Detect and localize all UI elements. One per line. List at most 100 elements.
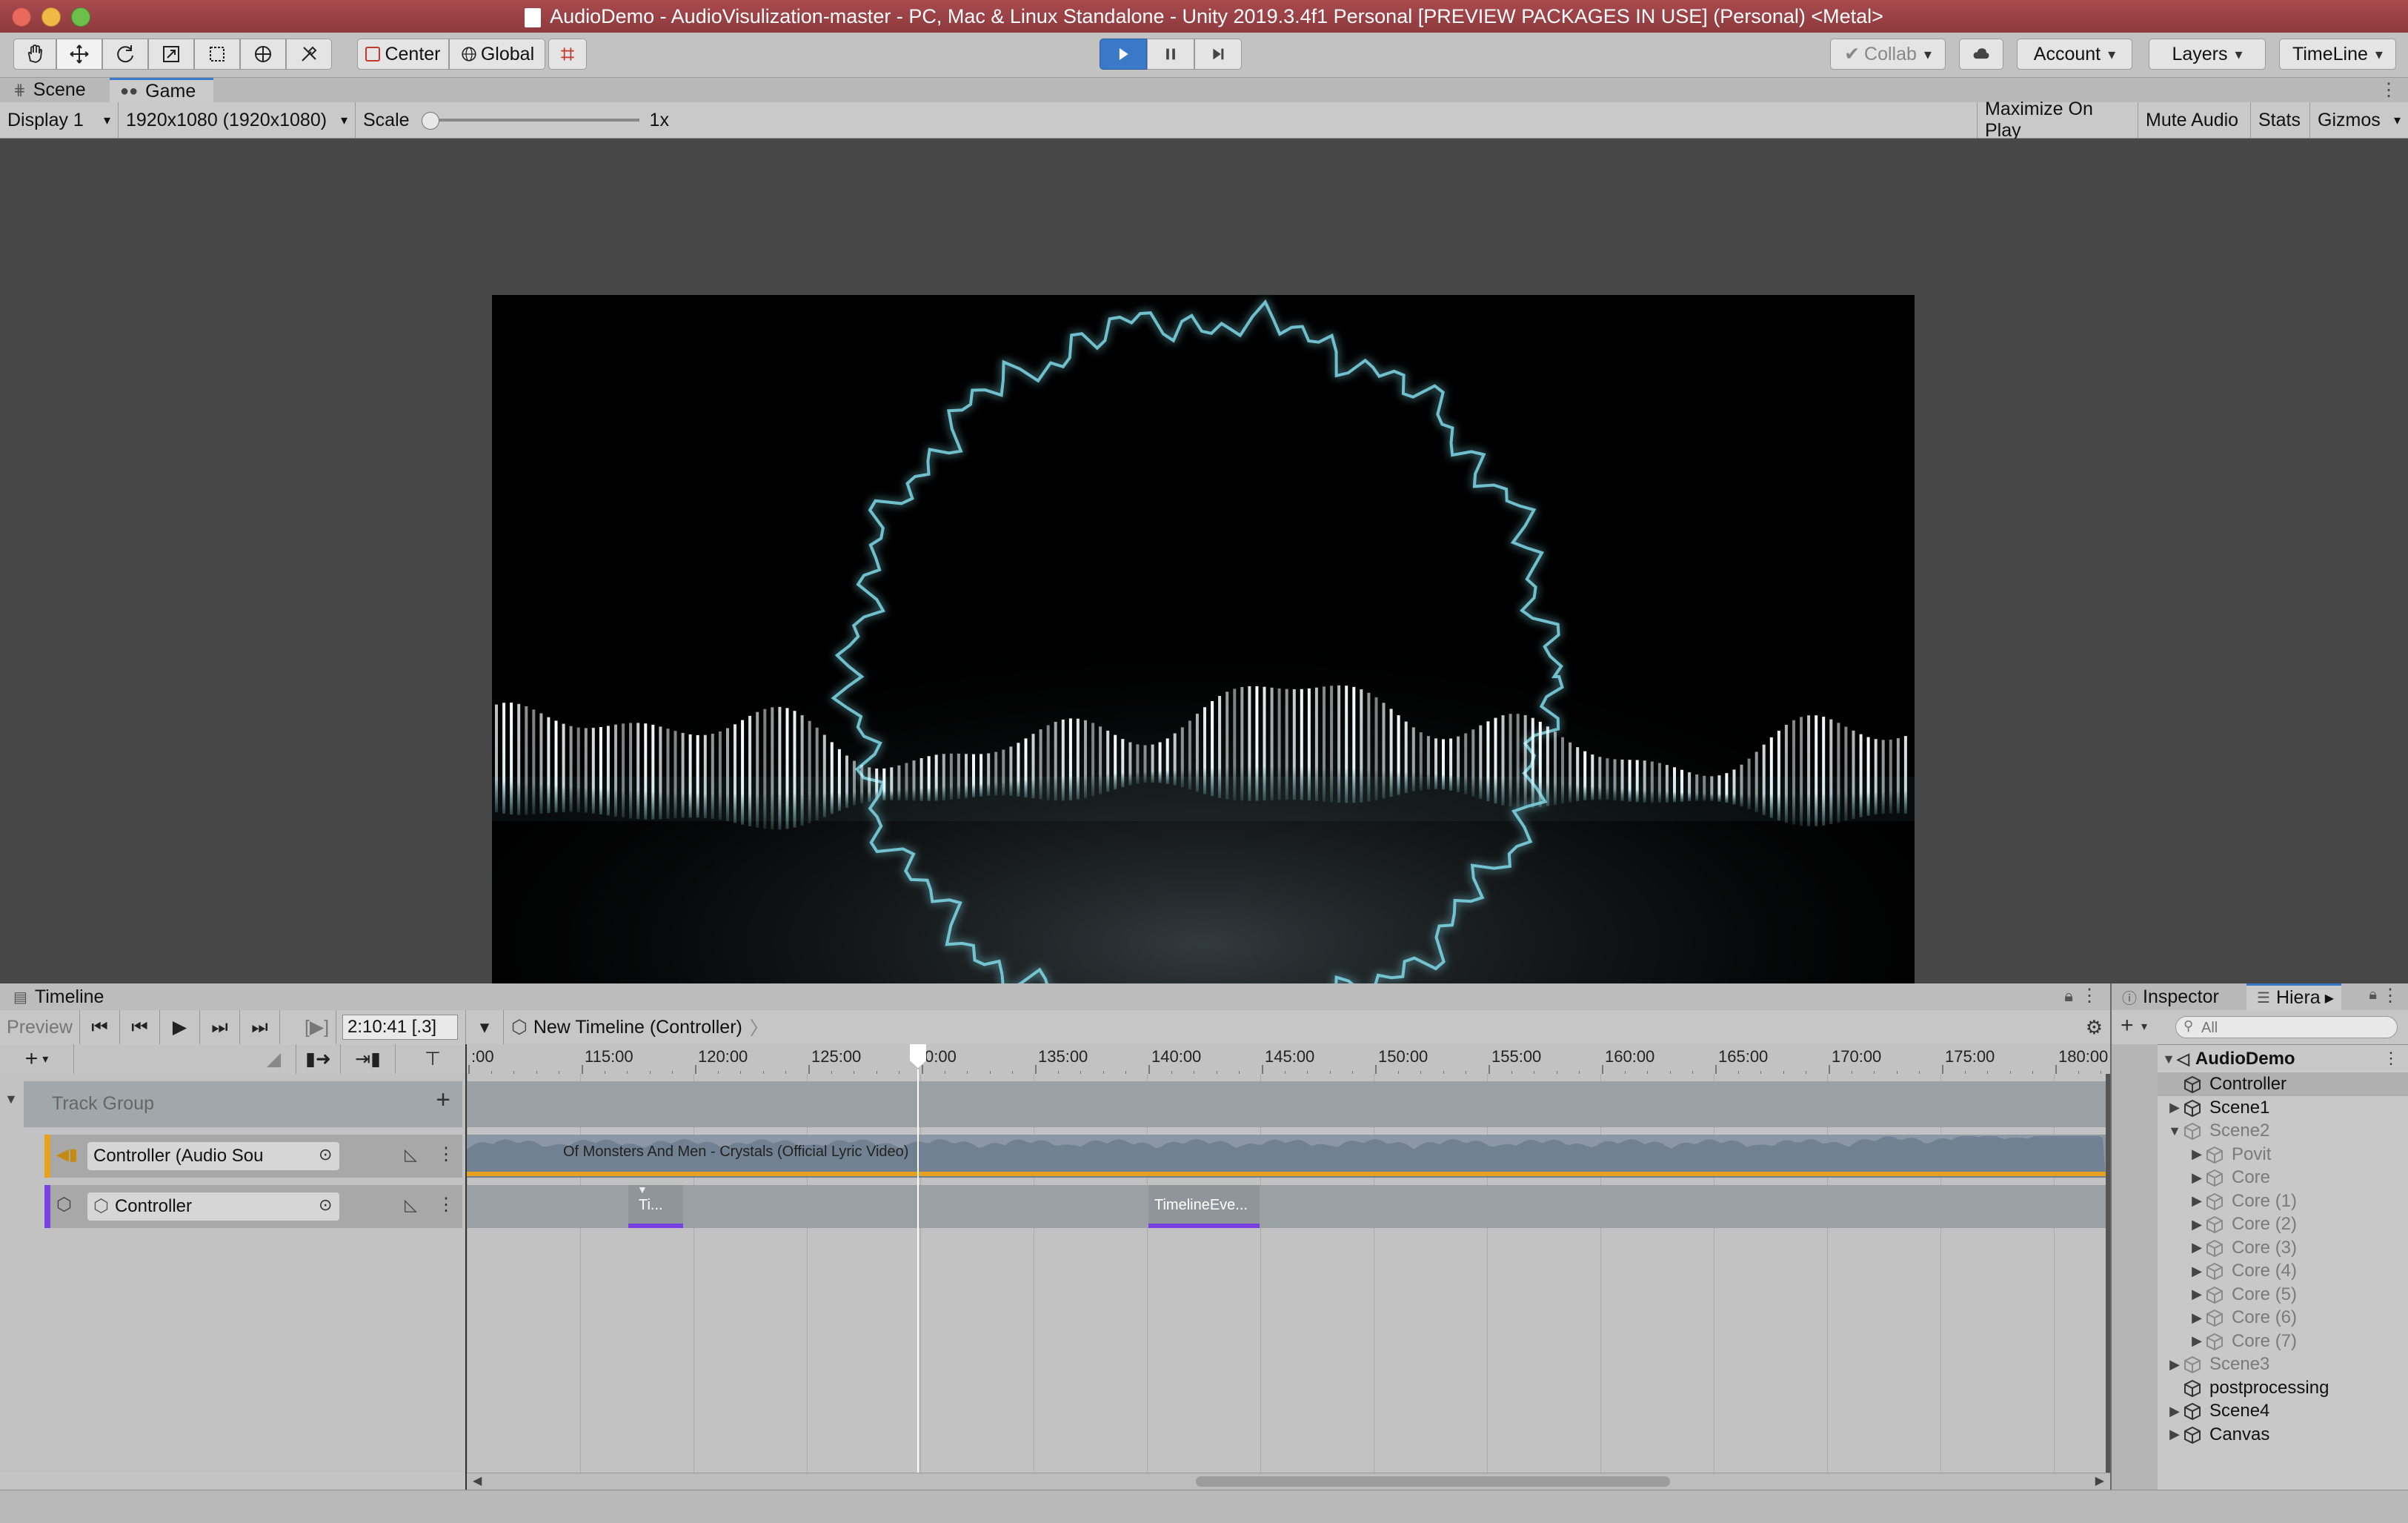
signal-clip-2[interactable]: TimelineEve... — [1148, 1185, 1260, 1228]
settings-gear-icon[interactable]: ⚙ — [2086, 1016, 2103, 1039]
hierarchy-item[interactable]: ▼ Scene2 — [2158, 1119, 2408, 1143]
hierarchy-item[interactable]: ▶ Core (2) — [2158, 1212, 2408, 1236]
layout-dropdown[interactable]: TimeLine — [2279, 39, 2396, 70]
edit-mode-mix-button[interactable]: ◢ — [252, 1044, 296, 1074]
edit-mode-ripple-button[interactable]: ▮➜ — [296, 1044, 341, 1074]
expand-arrow-icon[interactable]: ▶ — [2166, 1404, 2183, 1419]
gizmos-dropdown[interactable]: Gizmos ▾ — [2310, 102, 2408, 138]
expand-arrow-icon[interactable]: ▶ — [2189, 1310, 2205, 1326]
tab-game[interactable]: ●● Game — [110, 78, 213, 102]
expand-arrow-icon[interactable]: ▶ — [2189, 1240, 2205, 1255]
stats-toggle[interactable]: Stats — [2251, 102, 2310, 138]
expand-arrow-icon[interactable]: ▶ — [2189, 1287, 2205, 1302]
collapse-triangle-icon[interactable]: ▼ — [4, 1092, 18, 1107]
scale-tool-button[interactable] — [148, 39, 194, 70]
expand-arrow-icon[interactable]: ▶ — [2189, 1217, 2205, 1232]
game-render-canvas[interactable] — [492, 295, 1915, 1095]
pause-button[interactable] — [1147, 39, 1194, 70]
signal-clip-1[interactable]: Ti... ▼ — [628, 1184, 683, 1228]
timeline-horizontal-scrollbar[interactable]: ◀ ▶ — [467, 1473, 2110, 1490]
hierarchy-item[interactable]: ▶ Povit — [2158, 1143, 2408, 1167]
object-picker-icon[interactable]: ⊙ — [319, 1145, 332, 1164]
more-options-icon[interactable]: ⋮ — [2380, 79, 2398, 101]
account-dropdown[interactable]: Account — [2017, 39, 2132, 70]
hierarchy-item[interactable]: Controller — [2158, 1072, 2408, 1096]
audio-track-header[interactable]: ◀▮ Controller (Audio Sou ⊙ ◺ ⋮ — [44, 1135, 462, 1178]
hierarchy-item[interactable]: ▶ Scene1 — [2158, 1096, 2408, 1120]
controller-track-binding-field[interactable]: ⬡ Controller — [87, 1192, 339, 1221]
hierarchy-item[interactable]: ▶ Canvas — [2158, 1423, 2408, 1447]
audio-clip[interactable]: Of Monsters And Men - Crystals (Official… — [467, 1135, 2106, 1178]
maximize-on-play-toggle[interactable]: Maximize On Play — [1977, 99, 2138, 141]
hierarchy-root-scene[interactable]: ▼ ◁ AudioDemo — [2161, 1047, 2295, 1071]
transform-tool-button[interactable] — [240, 39, 286, 70]
zoom-window-button[interactable] — [71, 7, 90, 27]
expand-arrow-icon[interactable]: ▶ — [2189, 1193, 2205, 1209]
rotate-tool-button[interactable] — [102, 39, 148, 70]
scale-slider-thumb[interactable] — [421, 112, 439, 130]
lock-icon[interactable]: 🔒︎ — [2064, 986, 2073, 1006]
lock-icon[interactable]: 🔒︎ — [2369, 986, 2377, 1003]
expand-arrow-icon[interactable]: ▶ — [2189, 1333, 2205, 1349]
hierarchy-item[interactable]: ▶ Core (1) — [2158, 1189, 2408, 1213]
track-options-icon[interactable]: ⋮ — [437, 1194, 455, 1215]
hierarchy-item[interactable]: ▶ Core (5) — [2158, 1283, 2408, 1307]
scrollbar-thumb[interactable] — [1196, 1476, 1670, 1487]
timeline-breadcrumb[interactable]: ⬡ New Timeline (Controller) 〉 — [511, 1010, 768, 1044]
tab-inspector[interactable]: ⓘ Inspector — [2112, 983, 2245, 1010]
track-area[interactable]: Of Monsters And Men - Crystals (Official… — [467, 1074, 2110, 1473]
goto-start-button[interactable]: ⏮︎ — [80, 1010, 120, 1044]
step-button[interactable] — [1194, 39, 1242, 70]
curves-toggle-icon[interactable]: ◺ — [405, 1195, 417, 1215]
hierarchy-item[interactable]: ▶ Core (7) — [2158, 1330, 2408, 1353]
tab-hierarchy[interactable]: ☰ Hiera ▶ — [2246, 983, 2341, 1010]
hierarchy-item[interactable]: ▶ Core — [2158, 1166, 2408, 1189]
hierarchy-item[interactable]: ▶ Scene3 — [2158, 1353, 2408, 1376]
expand-arrow-icon[interactable]: ▶ — [2189, 1147, 2205, 1162]
rect-tool-button[interactable] — [194, 39, 240, 70]
hierarchy-item[interactable]: ▶ Scene4 — [2158, 1399, 2408, 1423]
prev-frame-button[interactable]: ⏮︎ — [120, 1010, 160, 1044]
expand-arrow-icon[interactable]: ▶ — [2166, 1427, 2183, 1442]
pivot-space-button[interactable]: Global — [449, 39, 545, 70]
controller-track-header[interactable]: ⬡ ⬡ Controller ⊙ ◺ ⋮ — [44, 1185, 462, 1228]
layers-dropdown[interactable]: Layers — [2149, 39, 2266, 70]
expand-arrow-icon[interactable]: ▼ — [2161, 1052, 2177, 1067]
tab-scene[interactable]: ⋕ Scene — [3, 78, 107, 102]
time-ruler[interactable]: :00 115:00 120:00 125:00 0:00 135:00 140:00 145… — [467, 1044, 2110, 1075]
cloud-button[interactable] — [1959, 39, 2003, 70]
timeline-play-button[interactable]: ▶ — [160, 1010, 200, 1044]
tab-overflow-arrow-icon[interactable]: ▶ — [2325, 991, 2334, 1006]
collab-dropdown[interactable]: ✔ Collab — [1830, 39, 1946, 70]
more-options-icon[interactable]: ⋮ — [2381, 985, 2399, 1006]
preview-toggle[interactable]: Preview — [0, 1010, 80, 1044]
add-track-button[interactable]: + ▾ — [0, 1044, 74, 1074]
scene-options-icon[interactable]: ⋮ — [2383, 1049, 2399, 1068]
playhead-handle[interactable] — [908, 1043, 928, 1069]
scroll-right-arrow-icon[interactable]: ▶ — [2095, 1473, 2104, 1488]
add-to-group-plus-icon[interactable]: + — [436, 1086, 450, 1115]
expand-arrow-icon[interactable]: ▶ — [2166, 1357, 2183, 1373]
expand-arrow-icon[interactable]: ▶ — [2189, 1264, 2205, 1279]
resolution-dropdown[interactable]: 1920x1080 (1920x1080) ▾ — [119, 102, 356, 138]
more-options-icon[interactable]: ⋮ — [2081, 985, 2098, 1006]
expand-arrow-icon[interactable]: ▶ — [2189, 1170, 2205, 1186]
minimize-window-button[interactable] — [41, 7, 61, 27]
expand-arrow-icon[interactable]: ▶ — [2166, 1100, 2183, 1115]
snap-toggle-button[interactable]: ⊤ — [412, 1044, 453, 1074]
play-button[interactable] — [1100, 39, 1147, 70]
edit-mode-replace-button[interactable]: ⇥▮ — [341, 1044, 396, 1074]
track-options-icon[interactable]: ⋮ — [437, 1144, 455, 1165]
next-frame-button[interactable]: ⏭︎ — [200, 1010, 240, 1044]
expand-arrow-icon[interactable]: ▼ — [2166, 1124, 2183, 1139]
hierarchy-item[interactable]: ▶ Core (3) — [2158, 1236, 2408, 1260]
play-range-button[interactable]: [▶] — [298, 1010, 336, 1044]
close-window-button[interactable] — [12, 7, 31, 27]
object-picker-icon[interactable]: ⊙ — [319, 1195, 332, 1215]
hierarchy-search-input[interactable] — [2200, 1018, 2388, 1038]
goto-end-button[interactable]: ⏭︎ — [240, 1010, 280, 1044]
hand-tool-button[interactable] — [13, 39, 56, 70]
current-time-field[interactable]: 2:10:41 [.3] — [342, 1015, 458, 1040]
mute-audio-toggle[interactable]: Mute Audio — [2138, 102, 2251, 138]
hierarchy-search-field[interactable]: ⚲ — [2175, 1016, 2398, 1038]
